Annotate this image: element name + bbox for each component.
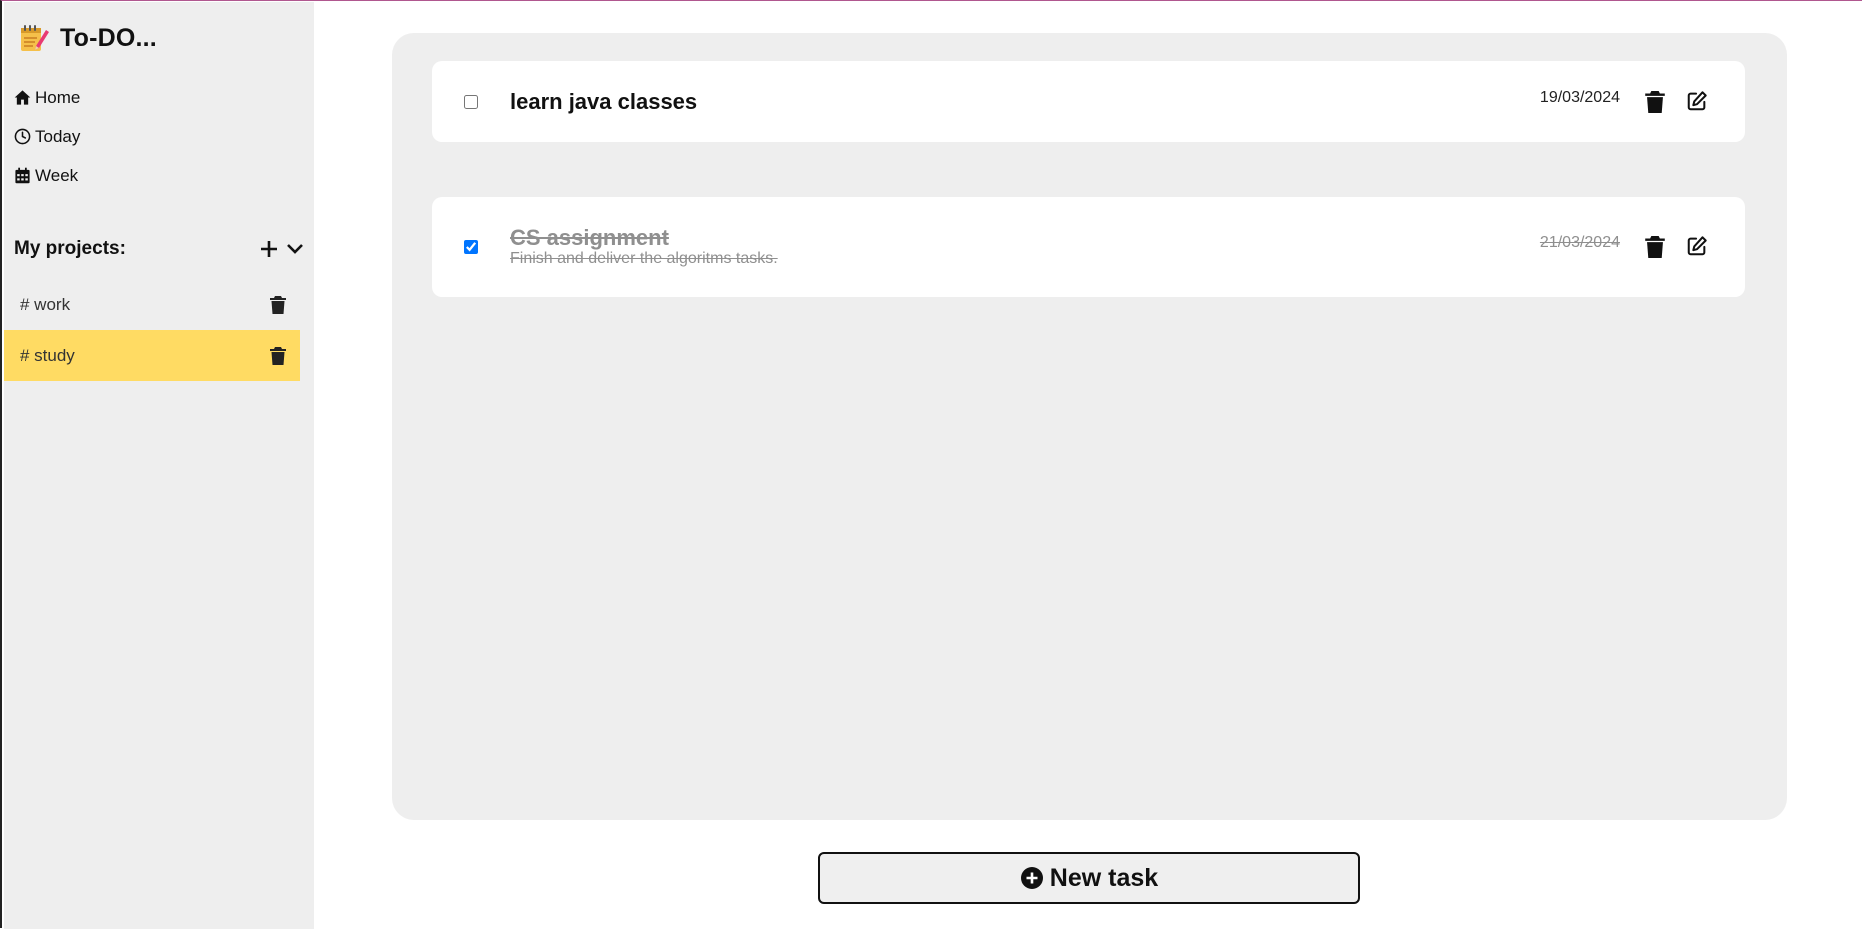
toggle-projects-button[interactable] bbox=[286, 240, 304, 258]
nav-label: Home bbox=[35, 87, 81, 107]
project-list: # work # study bbox=[4, 279, 300, 381]
notepad-pencil-icon bbox=[21, 25, 49, 51]
task-card: CS assignment Finish and deliver the alg… bbox=[432, 197, 1745, 297]
trash-icon[interactable] bbox=[1645, 91, 1665, 113]
projects-header: My projects: bbox=[14, 234, 304, 264]
add-project-button[interactable] bbox=[260, 240, 278, 258]
nav-item-home[interactable]: Home bbox=[14, 78, 80, 117]
trash-icon bbox=[270, 346, 286, 365]
plus-circle-icon bbox=[1020, 867, 1043, 889]
trash-icon[interactable] bbox=[1645, 236, 1665, 258]
projects-title: My projects: bbox=[14, 238, 126, 259]
nav-label: Today bbox=[35, 126, 81, 146]
calendar-icon bbox=[15, 167, 30, 184]
delete-project-button[interactable] bbox=[270, 346, 286, 365]
project-label: # study bbox=[20, 345, 75, 365]
projects-actions bbox=[260, 240, 304, 258]
app-frame: To-DO... Home Today Week My projects: # … bbox=[0, 0, 1862, 929]
task-description: Finish and deliver the algoritms tasks. bbox=[510, 250, 778, 267]
delete-project-button[interactable] bbox=[270, 295, 286, 314]
nav-label: Week bbox=[35, 165, 79, 185]
main-nav: Home Today Week bbox=[14, 78, 80, 195]
sidebar: To-DO... Home Today Week My projects: # … bbox=[4, 2, 314, 929]
task-due-date: 19/03/2024 bbox=[1539, 89, 1620, 106]
project-label: # work bbox=[20, 294, 71, 314]
trash-icon bbox=[270, 295, 286, 314]
task-title: learn java classes bbox=[510, 89, 698, 114]
edit-icon[interactable] bbox=[1686, 90, 1708, 112]
task-complete-checkbox[interactable] bbox=[464, 94, 478, 109]
app-title: To-DO... bbox=[60, 23, 157, 52]
project-item-work[interactable]: # work bbox=[4, 279, 300, 330]
plus-icon bbox=[261, 241, 277, 257]
new-task-button[interactable]: New task bbox=[818, 852, 1360, 904]
task-complete-checkbox[interactable] bbox=[464, 240, 478, 254]
new-task-label: New task bbox=[1049, 863, 1159, 892]
task-title: CS assignment bbox=[510, 225, 669, 250]
edit-icon[interactable] bbox=[1686, 235, 1708, 257]
project-item-study[interactable]: # study bbox=[4, 330, 300, 381]
task-card: learn java classes 19/03/2024 bbox=[432, 61, 1745, 142]
chevron-down-icon bbox=[287, 244, 303, 254]
nav-item-week[interactable]: Week bbox=[14, 156, 80, 195]
brand: To-DO... bbox=[18, 20, 157, 56]
task-due-date: 21/03/2024 bbox=[1539, 234, 1620, 251]
clock-icon bbox=[14, 128, 31, 145]
task-board: learn java classes 19/03/2024 CS assignm… bbox=[392, 33, 1787, 820]
home-icon bbox=[14, 90, 31, 105]
nav-item-today[interactable]: Today bbox=[14, 117, 80, 156]
